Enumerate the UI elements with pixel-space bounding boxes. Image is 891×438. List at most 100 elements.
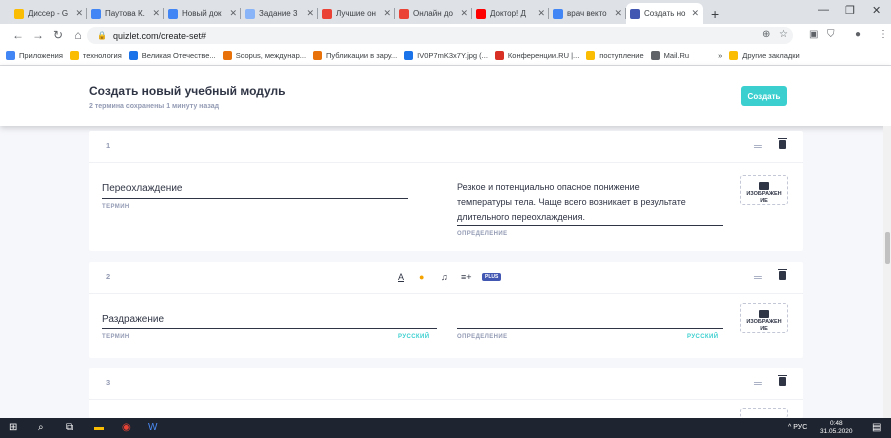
tab-favicon bbox=[14, 8, 24, 19]
close-icon[interactable]: ✕ bbox=[460, 8, 468, 19]
image-upload-button[interactable] bbox=[740, 408, 788, 418]
new-tab-button[interactable]: + bbox=[703, 3, 727, 24]
image-upload-button[interactable]: ИЗОБРАЖЕН ИЕ bbox=[740, 175, 788, 205]
tab-title: Паутова К. bbox=[105, 9, 145, 18]
plus-badge: PLUS bbox=[482, 273, 502, 281]
bookmark-item[interactable]: поступление bbox=[586, 51, 644, 60]
file-explorer-icon[interactable]: ▬ bbox=[94, 422, 104, 433]
definition-line: Резкое и потенциально опасное понижение bbox=[457, 182, 640, 192]
drag-handle-icon[interactable]: ═ bbox=[754, 141, 762, 153]
task-view-icon[interactable]: ⧉ bbox=[66, 422, 73, 433]
close-window-icon[interactable]: ✕ bbox=[872, 4, 881, 17]
shield-icon[interactable]: ⛉ bbox=[827, 29, 835, 40]
notification-icon[interactable]: ▤ bbox=[872, 422, 881, 433]
text-color-icon[interactable]: A bbox=[398, 272, 404, 282]
image-label: ИЕ bbox=[760, 198, 768, 204]
word-icon[interactable]: W bbox=[148, 422, 157, 433]
card-number: 3 bbox=[106, 378, 111, 387]
zoom-icon[interactable]: ⊕ bbox=[762, 29, 770, 40]
browser-tab-6[interactable]: Доктор! Д ✕ bbox=[472, 3, 549, 24]
browser-tab-0[interactable]: Диссер - G ✕ bbox=[10, 3, 87, 24]
tab-favicon bbox=[476, 8, 486, 19]
maximize-icon[interactable]: ❐ bbox=[845, 4, 855, 17]
profile-avatar[interactable]: ● bbox=[855, 29, 861, 40]
bookmark-item[interactable]: Конференции.RU |... bbox=[494, 51, 579, 60]
system-tray[interactable]: ^ РУС bbox=[788, 424, 807, 431]
browser-tab-8[interactable]: Создать но ✕ bbox=[626, 3, 703, 24]
trash-icon[interactable] bbox=[778, 269, 787, 280]
microphone-icon[interactable]: ♫ bbox=[441, 272, 448, 282]
tab-favicon bbox=[630, 8, 640, 19]
insert-list-icon[interactable]: ≡+ bbox=[461, 272, 472, 282]
bookmark-item[interactable]: Mail.Ru bbox=[650, 51, 689, 60]
taskbar: ⊞ ⌕ ⧉ ▬ ◉ W ^ РУС 0:48 31.05.2020 ▤ bbox=[0, 418, 891, 438]
image-upload-button[interactable]: ИЗОБРАЖЕН ИЕ bbox=[740, 303, 788, 333]
close-icon[interactable]: ✕ bbox=[614, 8, 622, 19]
bookmark-item[interactable]: Публикации в зару... bbox=[313, 51, 397, 60]
term-input[interactable]: Раздражение bbox=[102, 314, 164, 325]
other-bookmarks[interactable]: Другие закладки bbox=[729, 51, 800, 60]
browser-tab-7[interactable]: врач векто ✕ bbox=[549, 3, 626, 24]
bookmark-item[interactable]: Приложения bbox=[6, 51, 63, 60]
close-icon[interactable]: ✕ bbox=[537, 8, 545, 19]
language-indicator[interactable]: РУС bbox=[793, 424, 807, 431]
drag-handle-icon[interactable]: ═ bbox=[754, 272, 762, 284]
bookmark-item[interactable]: технология bbox=[69, 51, 122, 60]
scrollbar-thumb[interactable] bbox=[885, 232, 890, 264]
browser-tab-2[interactable]: Новый док ✕ bbox=[164, 3, 241, 24]
windows-start-icon[interactable]: ⊞ bbox=[9, 422, 17, 433]
bookmark-item[interactable]: IV0P7mK3x7Y.jpg (... bbox=[404, 51, 488, 60]
definition-language-link[interactable]: РУССКИЙ bbox=[687, 334, 718, 340]
browser-chrome: Диссер - G ✕ Паутова К. ✕ Новый док ✕ Задан… bbox=[0, 0, 891, 66]
more-bookmarks-icon[interactable]: » bbox=[718, 51, 722, 60]
close-icon[interactable]: ✕ bbox=[306, 8, 314, 19]
site-icon bbox=[494, 51, 504, 60]
bookmark-label: Другие закладки bbox=[742, 51, 800, 60]
clock[interactable]: 0:48 31.05.2020 bbox=[820, 420, 853, 436]
tab-title: врач векто bbox=[567, 9, 607, 18]
definition-input[interactable]: Резкое и потенциально опасное понижение … bbox=[457, 180, 686, 225]
chevron-up-icon[interactable]: ^ bbox=[788, 424, 791, 431]
browser-tab-5[interactable]: Онлайн до ✕ bbox=[395, 3, 472, 24]
trash-icon[interactable] bbox=[778, 138, 787, 149]
search-icon[interactable]: ⌕ bbox=[38, 422, 44, 433]
browser-tab-4[interactable]: Лучшие он ✕ bbox=[318, 3, 395, 24]
term-card-1: 1 ═ Переохлаждение ТЕРМИН Резкое и потен… bbox=[89, 131, 803, 251]
browser-tab-3[interactable]: Задание 3 ✕ bbox=[241, 3, 318, 24]
term-input[interactable]: Переохлаждение bbox=[102, 183, 182, 194]
close-icon[interactable]: ✕ bbox=[383, 8, 391, 19]
drag-handle-icon[interactable]: ═ bbox=[754, 378, 762, 390]
highlight-icon[interactable]: ● bbox=[419, 272, 424, 282]
close-icon[interactable]: ✕ bbox=[152, 8, 160, 19]
extension-icon[interactable]: ▣ bbox=[809, 29, 818, 40]
close-icon[interactable]: ✕ bbox=[75, 8, 83, 19]
bookmark-item[interactable]: Великая Отечестве... bbox=[128, 51, 216, 60]
chrome-icon[interactable]: ◉ bbox=[122, 422, 131, 433]
close-icon[interactable]: ✕ bbox=[691, 8, 699, 19]
image-label: ИЕ bbox=[760, 326, 768, 332]
trash-icon[interactable] bbox=[778, 375, 787, 386]
url-text: quizlet.com/create-set# bbox=[112, 30, 207, 41]
tab-favicon bbox=[168, 8, 178, 19]
bookmark-label: Публикации в зару... bbox=[326, 51, 398, 60]
home-icon[interactable]: ⌂ bbox=[68, 28, 88, 42]
close-icon[interactable]: ✕ bbox=[229, 8, 237, 19]
mail-icon bbox=[650, 51, 660, 60]
address-bar[interactable]: 🔒 quizlet.com/create-set# bbox=[87, 27, 793, 44]
tab-title: Диссер - G bbox=[28, 9, 69, 18]
scrollbar-track[interactable] bbox=[883, 126, 891, 418]
tab-strip: Диссер - G ✕ Паутова К. ✕ Новый док ✕ Задан… bbox=[0, 0, 891, 24]
term-language-link[interactable]: РУССКИЙ bbox=[398, 334, 429, 340]
definition-underline bbox=[457, 225, 723, 226]
reload-icon[interactable]: ↻ bbox=[48, 28, 68, 42]
forward-icon[interactable]: → bbox=[28, 28, 48, 42]
menu-icon[interactable]: ⋮ bbox=[878, 29, 888, 40]
create-button[interactable]: Создать bbox=[741, 86, 787, 106]
card-number: 2 bbox=[106, 272, 111, 281]
browser-tab-1[interactable]: Паутова К. ✕ bbox=[87, 3, 164, 24]
star-icon[interactable]: ☆ bbox=[779, 29, 788, 40]
back-icon[interactable]: ← bbox=[8, 28, 28, 42]
minimize-icon[interactable]: — bbox=[818, 4, 829, 16]
bookmark-item[interactable]: Scopus, междунар... bbox=[222, 51, 306, 60]
image-icon bbox=[759, 182, 769, 190]
